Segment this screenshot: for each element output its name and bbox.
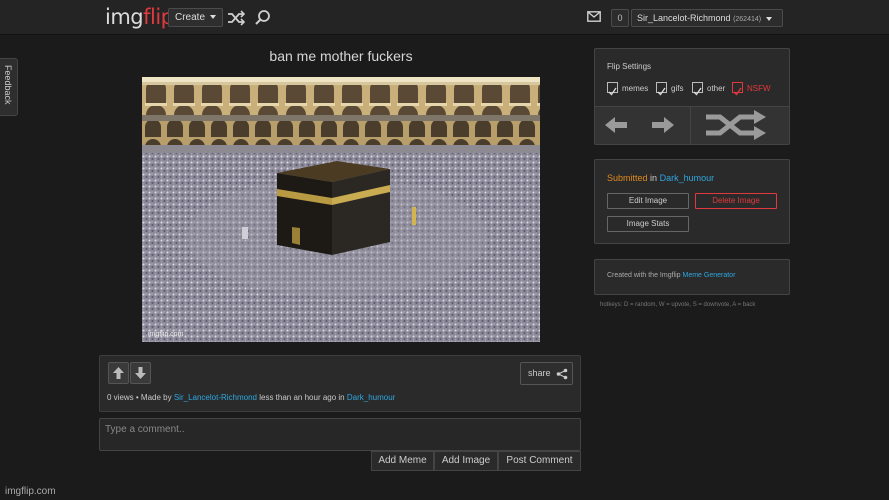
search-icon[interactable] — [253, 8, 273, 28]
mail-icon[interactable] — [587, 11, 601, 22]
checkmark-icon — [733, 87, 742, 96]
user-points: (262414) — [733, 16, 762, 23]
delete-image-button[interactable]: Delete Image — [695, 193, 777, 209]
checkmark-icon — [657, 87, 666, 96]
share-button[interactable]: share — [520, 362, 573, 385]
random-shuffle-icon[interactable] — [704, 109, 768, 141]
arrow-left-icon[interactable] — [604, 115, 628, 135]
notification-count[interactable]: 0 — [611, 9, 629, 27]
username: Sir_Lancelot-Richmond — [637, 13, 731, 23]
memes-checkbox[interactable] — [607, 82, 618, 96]
post-meta: 0 views • Made by Sir_Lancelot-Richmond … — [107, 393, 395, 402]
submitted-in: in — [650, 173, 658, 183]
generator-credit: Created with the Imgflip Meme Generator — [607, 272, 735, 279]
memes-label: memes — [622, 84, 649, 93]
feedback-tab[interactable]: Feedback — [0, 58, 18, 116]
chevron-down-icon — [765, 16, 772, 21]
arrow-down-icon — [135, 367, 146, 379]
downvote-button[interactable] — [130, 362, 151, 384]
add-meme-button[interactable]: Add Meme — [371, 451, 434, 471]
gifs-checkbox[interactable] — [656, 82, 667, 96]
submitted-info: Submitted in Dark_humour — [607, 173, 714, 183]
feedback-label: Feedback — [3, 65, 13, 105]
comment-input[interactable]: Type a comment.. — [99, 418, 581, 451]
nsfw-label: NSFW — [747, 84, 771, 93]
stream-link[interactable]: Dark_humour — [347, 393, 395, 402]
hotkeys-hint: hotkeys: D = random, W = upvote, S = dow… — [600, 302, 756, 308]
checkmark-icon — [693, 87, 702, 96]
comment-placeholder: Type a comment.. — [105, 424, 185, 435]
user-menu[interactable]: Sir_Lancelot-Richmond (262414) — [631, 9, 783, 27]
imgflip-logo[interactable]: imgflip — [105, 5, 174, 29]
post-actions-panel — [99, 355, 581, 412]
kaaba-crowd-image — [142, 77, 540, 342]
submitted-stream-link[interactable]: Dark_humour — [660, 173, 715, 183]
create-button[interactable]: Create — [168, 8, 223, 27]
add-image-button[interactable]: Add Image — [434, 451, 498, 471]
chevron-down-icon — [209, 15, 216, 20]
other-label: other — [707, 84, 726, 93]
meta-time: less than an hour ago in — [259, 393, 345, 402]
checkmark-icon — [608, 87, 617, 96]
submitted-prefix: Submitted — [607, 173, 648, 183]
generator-prefix: Created with the Imgflip — [607, 272, 681, 279]
author-link[interactable]: Sir_Lancelot-Richmond — [174, 393, 257, 402]
nsfw-checkbox[interactable] — [732, 82, 743, 96]
arrow-right-icon[interactable] — [651, 115, 675, 135]
meta-views: 0 views • Made by — [107, 393, 172, 402]
meme-image[interactable] — [142, 77, 540, 342]
shuffle-icon[interactable] — [226, 8, 246, 28]
meme-generator-link[interactable]: Meme Generator — [683, 272, 736, 279]
image-stats-button[interactable]: Image Stats — [607, 216, 689, 232]
post-comment-button[interactable]: Post Comment — [498, 451, 581, 471]
nav-divider — [690, 106, 691, 144]
share-icon — [556, 368, 568, 380]
create-label: Create — [175, 12, 206, 23]
other-checkbox[interactable] — [692, 82, 703, 96]
upvote-button[interactable] — [108, 362, 129, 384]
arrow-up-icon — [113, 367, 124, 379]
share-label: share — [528, 368, 551, 378]
edit-image-button[interactable]: Edit Image — [607, 193, 689, 209]
flip-settings-title: Flip Settings — [607, 62, 652, 71]
gifs-label: gifs — [671, 84, 684, 93]
post-title: ban me mother fuckers — [269, 48, 413, 64]
footer-watermark: imgflip.com — [5, 486, 56, 497]
image-watermark: imgflip.com — [148, 331, 184, 338]
